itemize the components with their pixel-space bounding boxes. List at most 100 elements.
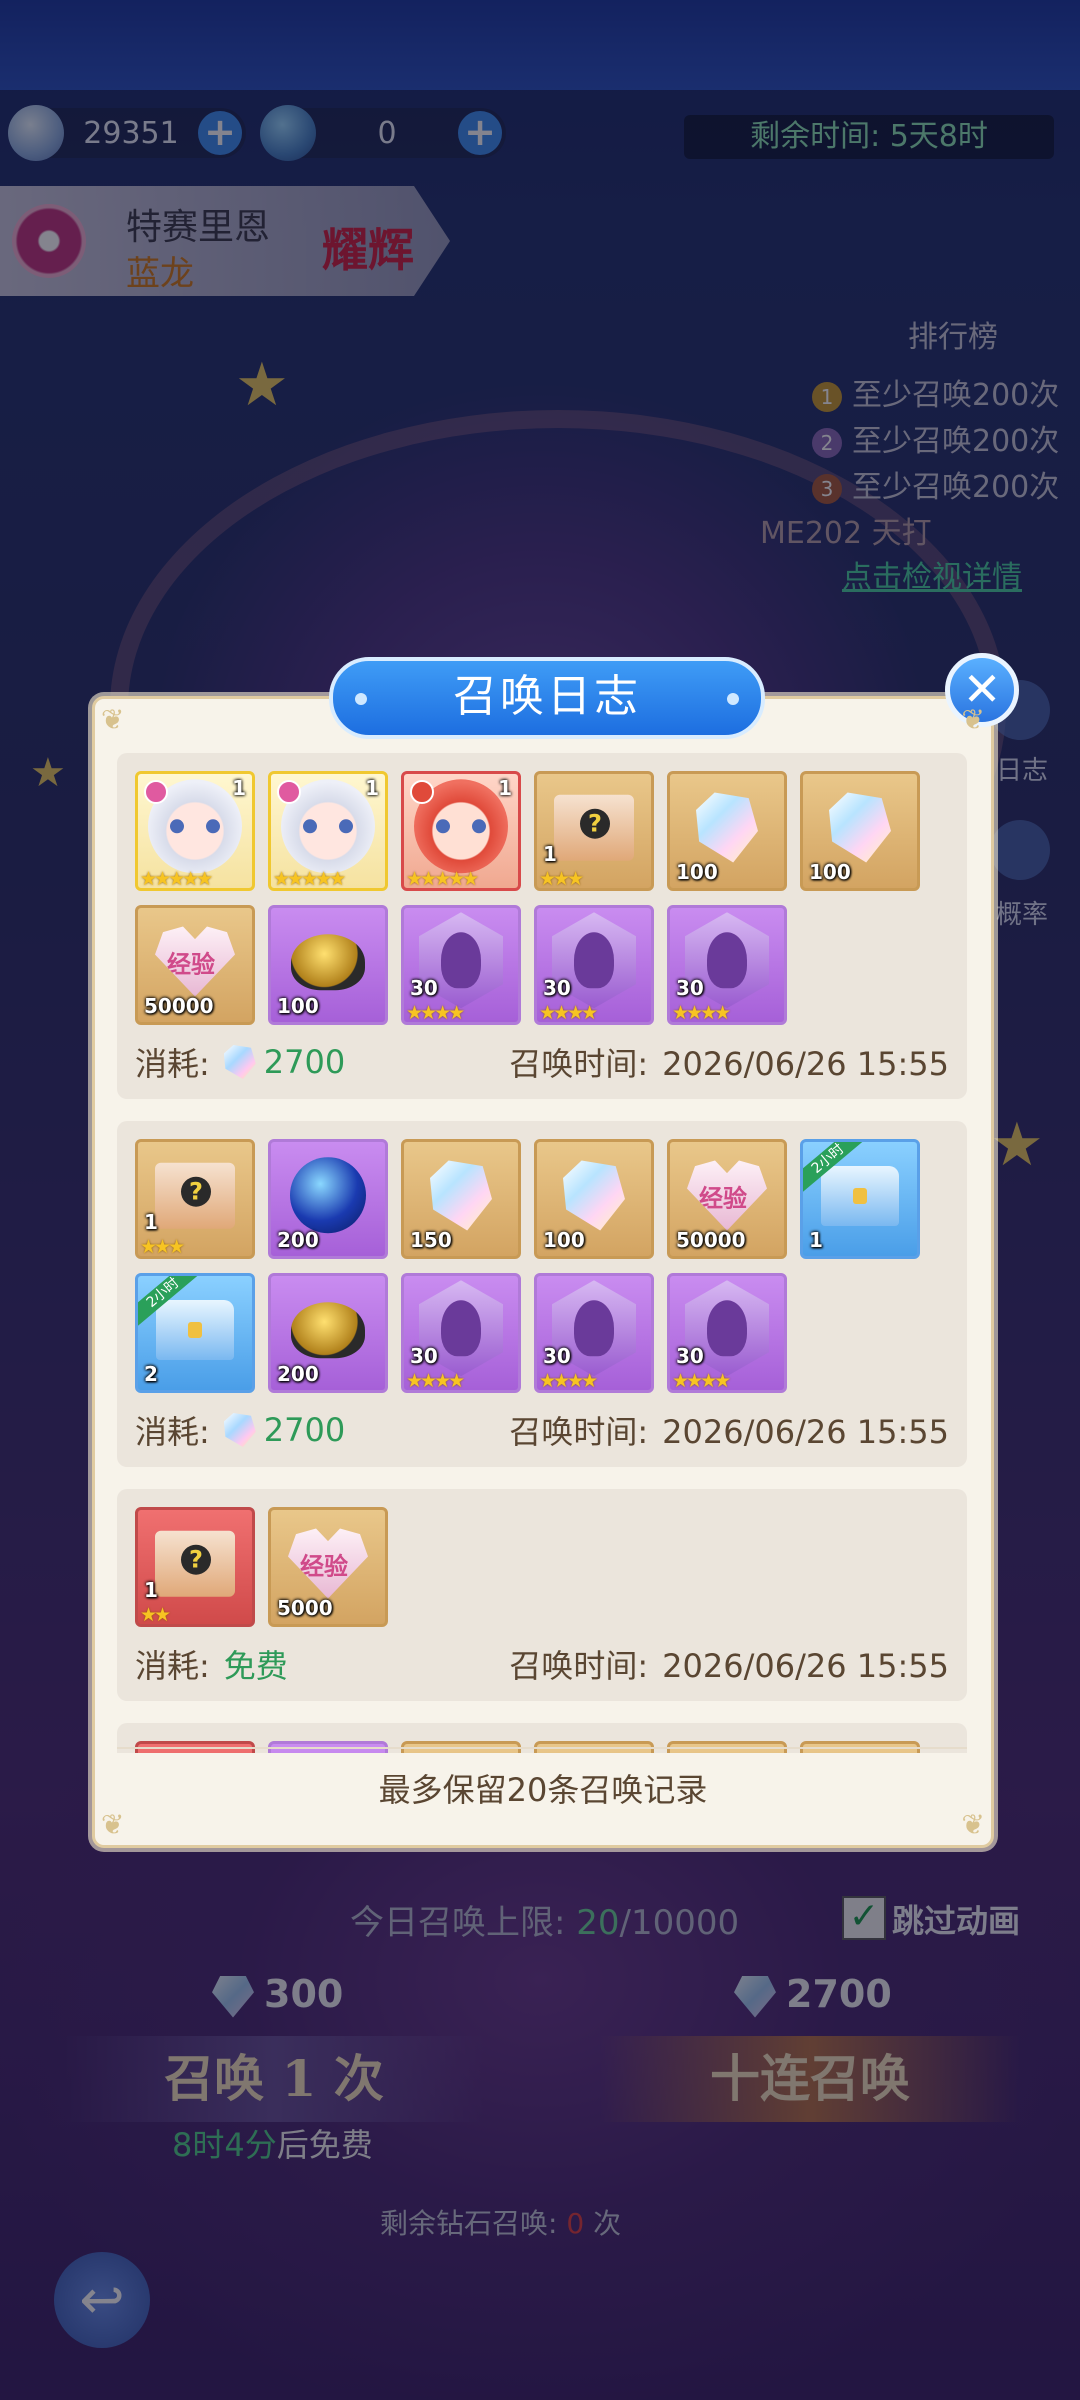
item-count: 1 — [232, 776, 246, 800]
cost-value: 2700 — [263, 1043, 346, 1081]
star-rating: ★★★ — [140, 1236, 185, 1258]
reward-item[interactable]: 100 — [667, 771, 787, 891]
orb-item-icon — [290, 1157, 366, 1234]
reward-item[interactable]: 200 — [268, 1139, 388, 1259]
reward-item[interactable]: 200 — [268, 1273, 388, 1393]
dialog-title: 召唤日志 — [329, 657, 765, 739]
record-meta: 消耗: 免费 召唤时间: 2026/06/26 15:55 — [135, 1641, 949, 1687]
item-count: 100 — [277, 994, 319, 1018]
box-item-icon — [155, 1530, 235, 1597]
summon-record: 1★★★200150100500002小时12小时220030★★★★30★★★… — [117, 1121, 967, 1467]
record-cost: 消耗: 免费 — [135, 1641, 288, 1687]
record-cost: 消耗: 2700 — [135, 1407, 345, 1453]
time-label: 召唤时间: — [509, 1413, 649, 1451]
reward-item[interactable]: 30 ★★★★ — [401, 905, 521, 1025]
reward-item[interactable]: 5000 — [268, 1507, 388, 1627]
item-count: 100 — [543, 1228, 585, 1252]
reward-item[interactable]: 1★★★ — [135, 1139, 255, 1259]
star-rating: ★★★★★ — [140, 868, 213, 890]
reward-item[interactable]: 1 ★★★★★ — [135, 771, 255, 891]
item-count: 1 — [144, 1578, 158, 1602]
heart-item-icon — [288, 1528, 368, 1599]
item-count: 150 — [410, 1228, 452, 1252]
reward-item[interactable]: 1★★ — [135, 1507, 255, 1627]
time-value: 2026/06/26 15:55 — [662, 1045, 949, 1083]
item-count: 5000 — [277, 1596, 333, 1620]
cost-label: 消耗: — [135, 1413, 210, 1451]
crystal-item-icon — [430, 1160, 492, 1231]
reward-item[interactable]: 1 ★★★★★ — [268, 771, 388, 891]
item-count: 1 — [543, 842, 557, 866]
item-count: 30 — [676, 976, 704, 1000]
record-time: 召唤时间: 2026/06/26 15:55 — [509, 1039, 949, 1085]
gold-item-icon — [291, 1302, 365, 1359]
item-count: 50000 — [676, 1228, 746, 1252]
record-time: 召唤时间: 2026/06/26 15:55 — [509, 1407, 949, 1453]
summon-record: 1★★★★★1★★★★★1★★★★★1★★★1001005000010030★★… — [117, 753, 967, 1099]
corner-ornament: ❦ — [961, 703, 985, 736]
heart-item-icon — [687, 1160, 767, 1231]
reward-item[interactable]: 150 — [401, 1139, 521, 1259]
reward-item[interactable]: 50000 — [667, 1139, 787, 1259]
item-count: 30 — [410, 1344, 438, 1368]
reward-item[interactable]: 100 — [534, 1139, 654, 1259]
reward-item[interactable]: 30 ★★★★ — [534, 1273, 654, 1393]
reward-item[interactable]: 100 — [800, 771, 920, 891]
star-rating: ★★★★ — [539, 1002, 598, 1024]
corner-ornament: ❦ — [961, 1808, 985, 1841]
star-rating: ★★★★★ — [406, 868, 479, 890]
crystal-item-icon — [829, 792, 891, 863]
reward-item[interactable]: 2小时 1 — [800, 1139, 920, 1259]
reward-item[interactable]: 1 ★★★★★ — [401, 771, 521, 891]
element-icon — [144, 780, 168, 804]
item-count: 30 — [543, 976, 571, 1000]
reward-item[interactable]: 1★★★ — [534, 771, 654, 891]
element-icon — [277, 780, 301, 804]
item-count: 50000 — [144, 994, 214, 1018]
element-icon — [410, 780, 434, 804]
crystal-item-icon — [696, 792, 758, 863]
star-rating: ★★★★★ — [273, 868, 346, 890]
item-count: 1 — [144, 1210, 158, 1234]
time-label: 召唤时间: — [509, 1647, 649, 1685]
star-rating: ★★ — [140, 1604, 171, 1626]
reward-grid: 1★★ 5000 — [135, 1507, 939, 1627]
reward-grid: 1★★★200150100500002小时12小时220030★★★★30★★★… — [135, 1139, 939, 1393]
gem-icon — [223, 1045, 256, 1079]
record-cost: 消耗: 2700 — [135, 1039, 345, 1085]
box-item-icon — [554, 794, 634, 861]
item-count: 30 — [543, 1344, 571, 1368]
reward-item[interactable]: 50000 — [135, 905, 255, 1025]
item-count: 2 — [144, 1362, 158, 1386]
item-count: 1 — [809, 1228, 823, 1252]
reward-item[interactable]: 2小时 2 — [135, 1273, 255, 1393]
star-rating: ★★★★ — [539, 1370, 598, 1392]
reward-item[interactable]: 30 ★★★★ — [667, 905, 787, 1025]
item-count: 30 — [676, 1344, 704, 1368]
item-count: 200 — [277, 1362, 319, 1386]
item-count: 1 — [498, 776, 512, 800]
summon-log-list[interactable]: 1★★★★★1★★★★★1★★★★★1★★★1001005000010030★★… — [117, 753, 967, 1753]
cost-value: 2700 — [263, 1411, 346, 1449]
time-label: 召唤时间: — [509, 1045, 649, 1083]
summon-record: 1★★ 5000 消耗: 免费 召唤时间: 2026/06/26 15:55 — [117, 1489, 967, 1701]
item-count: 30 — [410, 976, 438, 1000]
item-count: 1 — [365, 776, 379, 800]
corner-ornament: ❦ — [101, 703, 125, 736]
record-meta: 消耗: 2700 召唤时间: 2026/06/26 15:55 — [135, 1407, 949, 1453]
item-count: 100 — [676, 860, 718, 884]
reward-item[interactable]: 30 ★★★★ — [401, 1273, 521, 1393]
star-rating: ★★★★ — [672, 1002, 731, 1024]
reward-item[interactable]: 100 — [268, 905, 388, 1025]
reward-grid: 1★★★★★1★★★★★1★★★★★1★★★1001005000010030★★… — [135, 771, 939, 1025]
gem-icon — [223, 1413, 256, 1447]
reward-item[interactable]: 30 ★★★★ — [534, 905, 654, 1025]
record-meta: 消耗: 2700 召唤时间: 2026/06/26 15:55 — [135, 1039, 949, 1085]
star-rating: ★★★★ — [406, 1370, 465, 1392]
reward-item[interactable]: 30 ★★★★ — [667, 1273, 787, 1393]
crystal-item-icon — [563, 1160, 625, 1231]
box-item-icon — [155, 1162, 235, 1229]
chest-item-icon — [821, 1166, 899, 1226]
record-limit-note: 最多保留20条召唤记录 — [378, 1771, 708, 1809]
star-rating: ★★★★ — [406, 1002, 465, 1024]
